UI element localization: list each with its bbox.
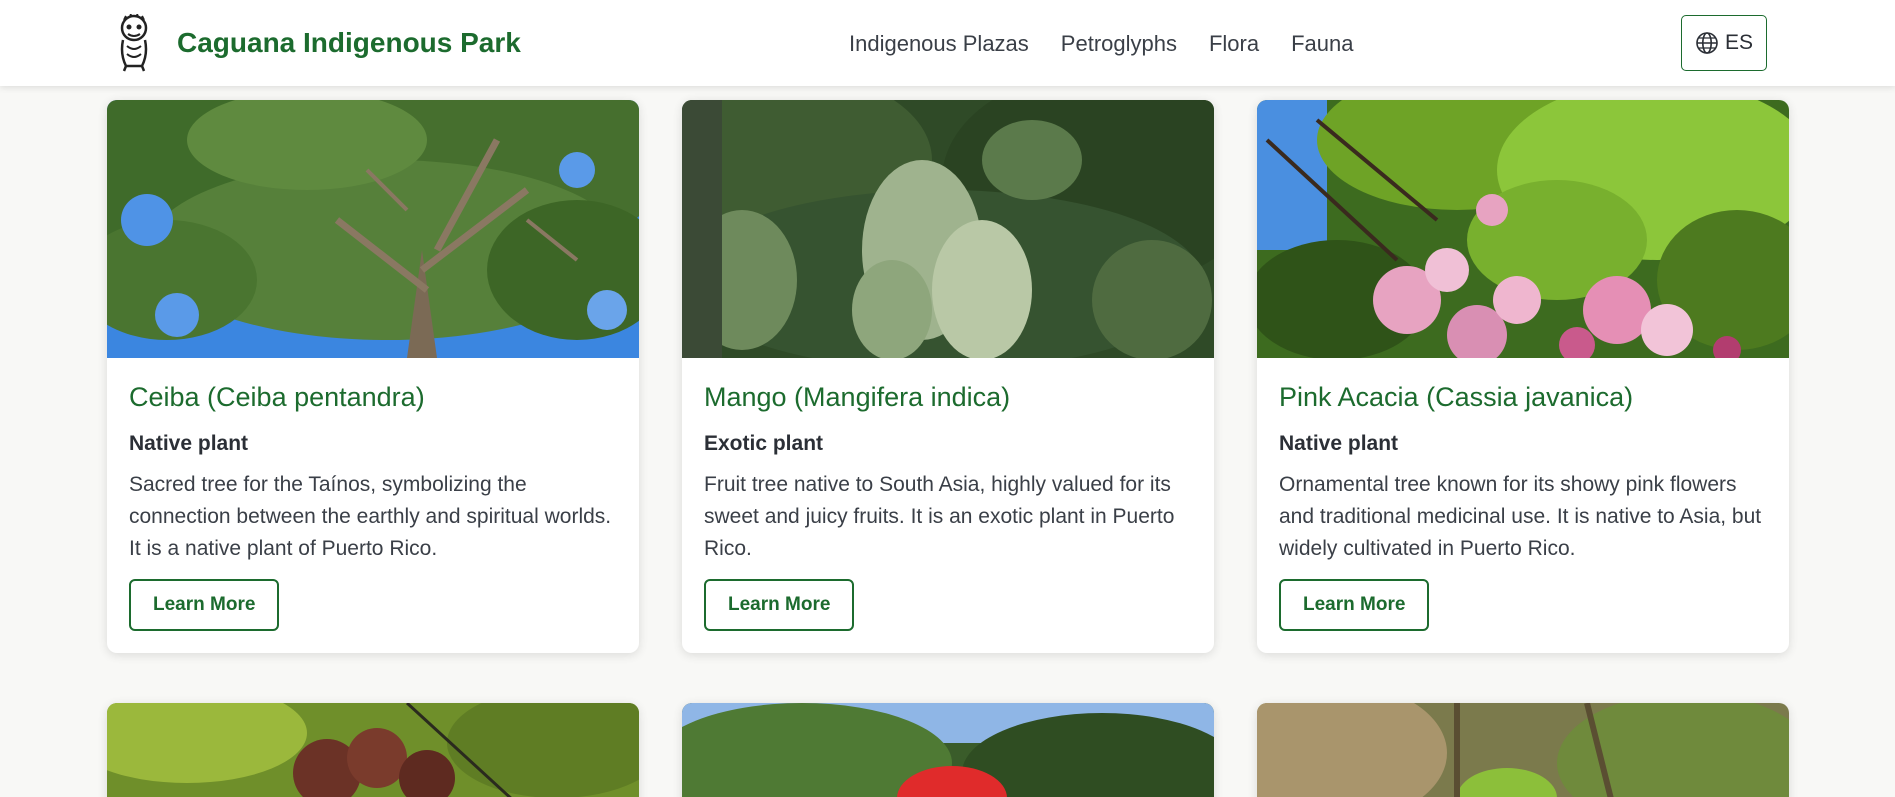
card-description: Ornamental tree known for its showy pink… bbox=[1279, 473, 1762, 561]
plant-card-flower bbox=[682, 703, 1214, 797]
plant-type-label: Native plant bbox=[1279, 432, 1399, 456]
plant-type-label: Native plant bbox=[129, 432, 249, 456]
plantain-image bbox=[1257, 703, 1789, 797]
card-description: Sacred tree for the Taínos, symbolizing … bbox=[129, 473, 612, 561]
language-toggle-button[interactable]: ES bbox=[1681, 15, 1767, 71]
plant-card-ceiba: Ceiba (Ceiba pentandra) Native plant Sac… bbox=[107, 100, 639, 654]
card-title: Mango (Mangifera indica) bbox=[704, 382, 1011, 412]
nav-link-fauna[interactable]: Fauna bbox=[1291, 31, 1353, 57]
pink-acacia-image bbox=[1257, 100, 1789, 358]
taino-petroglyph-logo-icon[interactable] bbox=[116, 14, 152, 72]
nav-link-indigenous-plazas[interactable]: Indigenous Plazas bbox=[849, 31, 1029, 57]
plant-card-pink-acacia: Pink Acacia (Cassia javanica) Native pla… bbox=[1257, 100, 1789, 654]
plant-card-achiote bbox=[107, 703, 639, 797]
plant-type-label: Exotic plant bbox=[704, 432, 824, 456]
main-nav: Indigenous Plazas Petroglyphs Flora Faun… bbox=[849, 31, 1354, 57]
site-header: Caguana Indigenous Park Indigenous Plaza… bbox=[0, 0, 1895, 86]
achiote-image bbox=[107, 703, 639, 797]
card-title: Ceiba (Ceiba pentandra) bbox=[129, 382, 425, 412]
mango-tree-image bbox=[682, 100, 1214, 358]
nav-link-petroglyphs[interactable]: Petroglyphs bbox=[1061, 31, 1177, 57]
card-description: Fruit tree native to South Asia, highly … bbox=[704, 473, 1175, 561]
learn-more-button[interactable]: Learn More bbox=[704, 579, 855, 632]
ceiba-tree-image bbox=[107, 100, 639, 358]
learn-more-button[interactable]: Learn More bbox=[129, 579, 280, 632]
nav-link-flora[interactable]: Flora bbox=[1209, 31, 1259, 57]
plant-card-plantain bbox=[1257, 703, 1789, 797]
site-brand-title[interactable]: Caguana Indigenous Park bbox=[177, 27, 521, 59]
red-flower-image bbox=[682, 703, 1214, 797]
globe-icon bbox=[1696, 32, 1718, 54]
language-label: ES bbox=[1724, 31, 1753, 54]
plant-card-mango: Mango (Mangifera indica) Exotic plant Fr… bbox=[682, 100, 1214, 654]
card-title: Pink Acacia (Cassia javanica) bbox=[1279, 382, 1634, 412]
learn-more-button[interactable]: Learn More bbox=[1279, 579, 1430, 632]
